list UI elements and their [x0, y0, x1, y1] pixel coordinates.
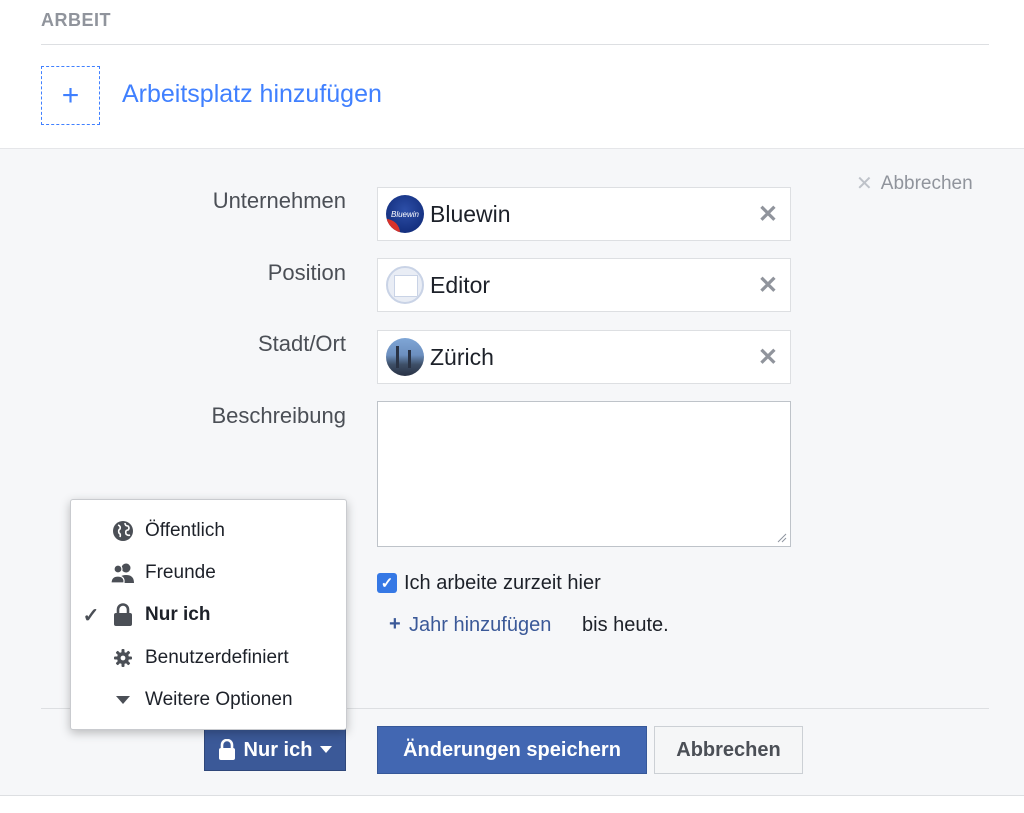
- city-thumbnail: [386, 338, 424, 376]
- section-title: ARBEIT: [41, 10, 111, 30]
- friends-icon: [111, 561, 135, 585]
- position-value: Editor: [430, 271, 491, 298]
- position-icon: [386, 266, 424, 304]
- menu-item-friends[interactable]: Freunde: [71, 552, 346, 594]
- privacy-dropdown-menu: Öffentlich Freunde ✓ Nur ich Benutzerdef…: [70, 499, 347, 730]
- menu-item-label: Freunde: [145, 562, 216, 583]
- city-value: Zürich: [430, 343, 494, 370]
- add-workplace-link[interactable]: Arbeitsplatz hinzufügen: [122, 80, 382, 109]
- currently-working-label: Ich arbeite zurzeit hier: [404, 572, 601, 594]
- close-icon: ✕: [856, 173, 873, 195]
- menu-item-label: Öffentlich: [145, 520, 225, 541]
- company-value: Bluewin: [430, 200, 511, 227]
- checkmark-icon: ✓: [82, 604, 100, 627]
- privacy-selector-button[interactable]: Nur ich: [204, 729, 346, 771]
- resize-grip-icon[interactable]: [777, 533, 787, 543]
- menu-item-custom[interactable]: Benutzerdefiniert: [71, 637, 346, 679]
- caret-down-icon: [111, 688, 135, 712]
- lock-icon: [218, 739, 235, 760]
- city-label: Stadt/Ort: [257, 331, 346, 356]
- clear-company-icon[interactable]: ✕: [758, 200, 778, 229]
- position-label: Position: [267, 260, 346, 285]
- header-divider: [41, 44, 989, 45]
- menu-item-label: Weitere Optionen: [145, 689, 293, 710]
- privacy-selector-label: Nur ich: [243, 738, 313, 761]
- caret-down-icon: [320, 746, 333, 753]
- city-field[interactable]: Zürich ✕: [377, 330, 791, 384]
- save-changes-button[interactable]: Änderungen speichern: [377, 726, 647, 774]
- menu-item-public[interactable]: Öffentlich: [71, 510, 346, 552]
- clear-position-icon[interactable]: ✕: [758, 271, 778, 300]
- company-label: Unternehmen: [212, 188, 346, 213]
- description-label: Beschreibung: [211, 403, 346, 428]
- plus-icon: +: [61, 78, 80, 112]
- description-textarea[interactable]: [377, 401, 791, 547]
- company-logo: Bluewin: [386, 195, 424, 233]
- add-year-plus-icon: +: [389, 613, 401, 635]
- position-field[interactable]: Editor ✕: [377, 258, 791, 312]
- menu-item-label: Benutzerdefiniert: [145, 647, 289, 668]
- company-field[interactable]: Bluewin Bluewin ✕: [377, 187, 791, 241]
- currently-working-checkbox[interactable]: ✓: [377, 573, 397, 593]
- lock-icon: [111, 603, 135, 627]
- clear-city-icon[interactable]: ✕: [758, 343, 778, 372]
- add-workplace-button[interactable]: +: [41, 66, 100, 125]
- cancel-button[interactable]: Abbrechen: [654, 726, 803, 774]
- menu-item-more-options[interactable]: Weitere Optionen: [71, 679, 346, 721]
- menu-item-only-me[interactable]: ✓ Nur ich: [71, 594, 346, 636]
- cancel-edit-link[interactable]: ✕ Abbrechen: [856, 171, 973, 196]
- gear-icon: [111, 646, 135, 670]
- add-year-link[interactable]: Jahr hinzufügen: [409, 614, 551, 637]
- until-today-text: bis heute.: [582, 614, 669, 636]
- cancel-edit-label: Abbrechen: [880, 172, 973, 194]
- globe-icon: [111, 519, 135, 543]
- menu-item-label: Nur ich: [145, 604, 211, 625]
